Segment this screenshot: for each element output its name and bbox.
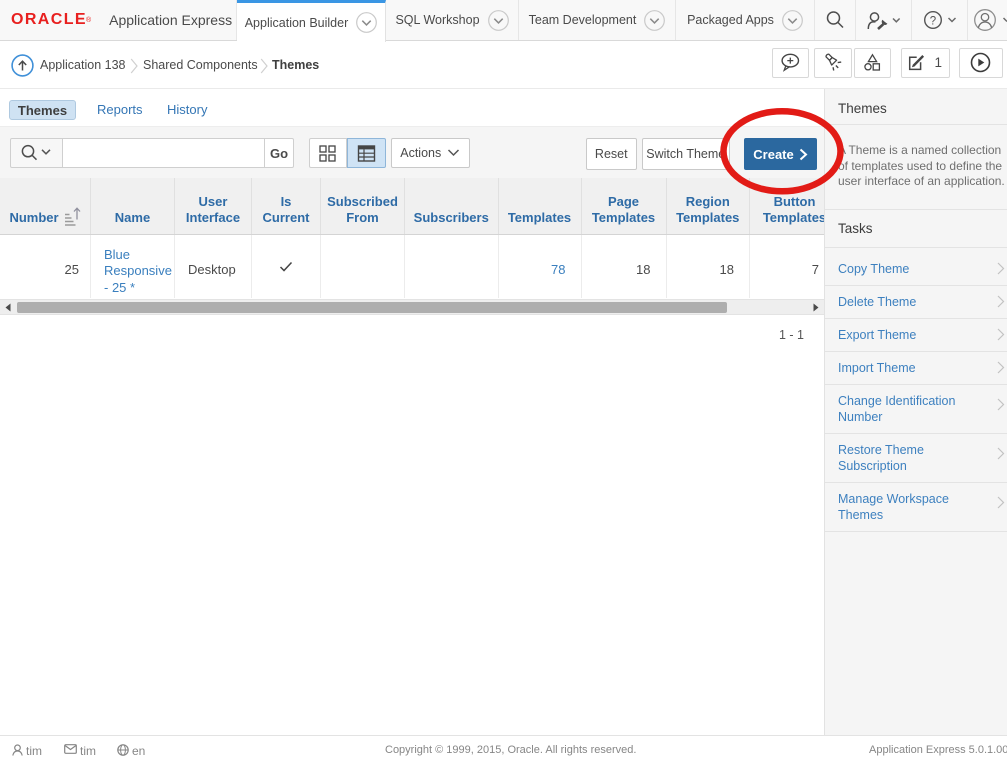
svg-text:?: ? [929,15,935,27]
